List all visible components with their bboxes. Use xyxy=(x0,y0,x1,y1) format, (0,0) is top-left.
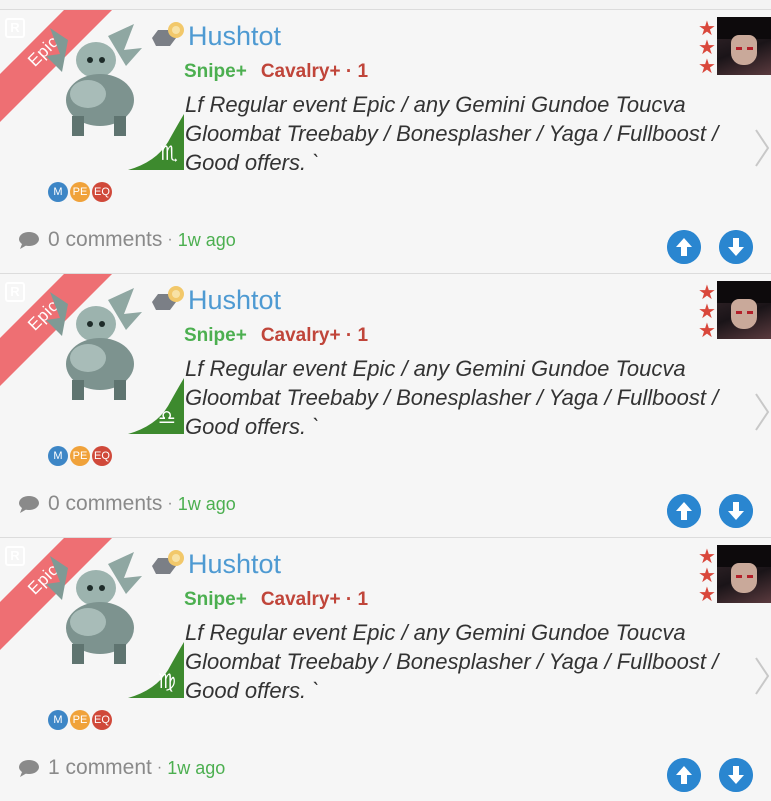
tag-pe: PE xyxy=(70,710,90,730)
downvote-button[interactable] xyxy=(719,758,753,792)
listing-footer: 1 comment · 1w ago xyxy=(18,756,225,780)
tag-list: M PE EQ xyxy=(48,446,112,466)
listing-footer: 0 comments · 1w ago xyxy=(18,228,236,252)
chevron-right-icon[interactable] xyxy=(752,390,771,434)
tag-m: M xyxy=(48,710,68,730)
rarity-badge: R xyxy=(5,18,25,38)
rank-icon xyxy=(152,22,184,46)
separator-dot: · xyxy=(156,759,163,776)
listing-description: Lf Regular event Epic / any Gemini Gundo… xyxy=(185,92,719,175)
avatar[interactable] xyxy=(717,17,771,75)
rarity-badge: R xyxy=(5,282,25,302)
tag-eq: EQ xyxy=(92,182,112,202)
tag-pe: PE xyxy=(70,446,90,466)
chevron-right-icon[interactable] xyxy=(752,654,771,698)
player-name[interactable]: Hushtot xyxy=(188,285,281,316)
zodiac-badge: ♍ xyxy=(128,642,184,698)
comment-icon xyxy=(19,760,39,777)
downvote-button[interactable] xyxy=(719,230,753,264)
comment-icon xyxy=(19,496,39,513)
tag-list: M PE EQ xyxy=(48,182,112,202)
rating-stars: ★ ★ ★ xyxy=(698,283,716,342)
skill-list: Snipe+ Cavalry+ · 1 xyxy=(184,325,368,347)
upvote-button[interactable] xyxy=(667,230,701,264)
timestamp: 1w ago xyxy=(177,229,236,250)
star-icon: ★ xyxy=(698,320,716,342)
listing-description: Lf Regular event Epic / any Gemini Gundo… xyxy=(185,620,719,703)
skill-cavalry: Cavalry+ · 1 xyxy=(260,325,369,346)
player-info[interactable]: Hushtot xyxy=(150,548,281,580)
rarity-badge-label: R xyxy=(10,548,20,563)
tag-eq: EQ xyxy=(92,446,112,466)
rank-icon xyxy=(152,286,184,310)
skill-cavalry: Cavalry+ · 1 xyxy=(260,61,369,82)
timestamp: 1w ago xyxy=(177,493,236,514)
comment-count[interactable]: 1 comment xyxy=(48,756,152,780)
listing-description: Lf Regular event Epic / any Gemini Gundo… xyxy=(185,356,719,439)
tag-m: M xyxy=(48,446,68,466)
upvote-button[interactable] xyxy=(667,494,701,528)
rarity-badge-label: R xyxy=(10,20,20,35)
listing-footer: 0 comments · 1w ago xyxy=(18,492,236,516)
virgo-icon: ♍ xyxy=(158,669,176,693)
timestamp: 1w ago xyxy=(167,757,226,778)
rarity-badge: R xyxy=(5,546,25,566)
rating-stars: ★ ★ ★ xyxy=(698,547,716,606)
libra-icon: ♎ xyxy=(158,405,176,429)
separator-dot: · xyxy=(167,231,173,248)
skill-snipe: Snipe+ xyxy=(184,325,247,346)
comment-count[interactable]: 0 comments xyxy=(48,228,162,252)
player-info[interactable]: Hushtot xyxy=(150,20,281,52)
rating-stars: ★ ★ ★ xyxy=(698,19,716,78)
comment-icon xyxy=(19,232,39,249)
skill-list: Snipe+ Cavalry+ · 1 xyxy=(184,61,368,83)
tag-pe: PE xyxy=(70,182,90,202)
zodiac-badge: ♏ xyxy=(128,114,184,170)
rank-icon xyxy=(152,550,184,574)
tag-m: M xyxy=(48,182,68,202)
player-name[interactable]: Hushtot xyxy=(188,549,281,580)
star-icon: ★ xyxy=(698,584,716,606)
listing-card[interactable]: Epic R ♏ M PE EQ Hushtot Snipe+ Cavalry+ … xyxy=(0,9,771,273)
star-icon: ★ xyxy=(698,56,716,78)
tag-list: M PE EQ xyxy=(48,710,112,730)
skill-snipe: Snipe+ xyxy=(184,589,247,610)
zodiac-badge: ♎ xyxy=(128,378,184,434)
listing-card[interactable]: Epic R ♎ M PE EQ Hushtot Snipe+ Cavalry+ … xyxy=(0,273,771,537)
rarity-badge-label: R xyxy=(10,284,20,299)
tag-eq: EQ xyxy=(92,710,112,730)
separator-dot: · xyxy=(167,495,173,512)
upvote-button[interactable] xyxy=(667,758,701,792)
downvote-button[interactable] xyxy=(719,494,753,528)
skill-list: Snipe+ Cavalry+ · 1 xyxy=(184,589,368,611)
skill-snipe: Snipe+ xyxy=(184,61,247,82)
comment-count[interactable]: 0 comments xyxy=(48,492,162,516)
skill-cavalry: Cavalry+ · 1 xyxy=(260,589,369,610)
avatar[interactable] xyxy=(717,545,771,603)
listing-card[interactable]: Epic R ♍ M PE EQ Hushtot Snipe+ Cavalry+ … xyxy=(0,537,771,801)
chevron-right-icon[interactable] xyxy=(752,126,771,170)
avatar[interactable] xyxy=(717,281,771,339)
player-info[interactable]: Hushtot xyxy=(150,284,281,316)
scorpio-icon: ♏ xyxy=(160,141,178,165)
player-name[interactable]: Hushtot xyxy=(188,21,281,52)
